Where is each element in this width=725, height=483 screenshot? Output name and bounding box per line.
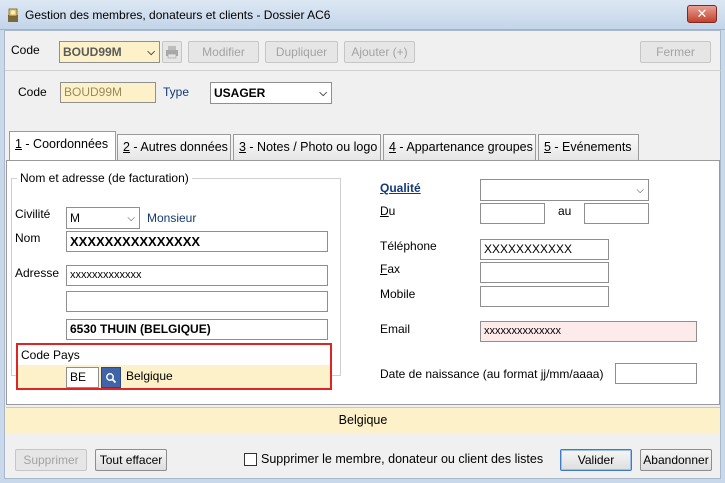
du-label: Du [380,204,396,218]
tab-evenements[interactable]: 5 - Evénements [538,134,639,160]
civilite-text: Monsieur [147,211,197,225]
tab-number: 5 [544,140,551,154]
fax-field[interactable] [480,262,609,283]
telephone-field[interactable]: XXXXXXXXXXX [480,239,609,260]
dob-label: Date de naissance (au format jj/mm/aaaa) [380,367,604,381]
code-pays-field[interactable]: BE [66,367,99,388]
au-field[interactable] [584,203,649,224]
adresse-label: Adresse [15,266,60,280]
toolbar-code-label: Code [11,43,40,57]
close-icon: ✕ [696,6,708,21]
supprimer-listes-checkbox[interactable] [244,453,257,466]
chevron-down-icon: ⌵ [636,185,644,196]
header-code-label: Code [18,85,47,99]
tab-label: - Evénements [550,140,632,154]
tab-number: 3 [239,140,246,154]
tab-panel-coordonnees: Nom et adresse (de facturation) Civilité… [6,160,720,405]
nom-field[interactable]: XXXXXXXXXXXXXXX [66,231,328,252]
fermer-button[interactable]: Fermer [640,41,711,63]
email-label: Email [380,322,411,336]
au-label: au [558,204,572,218]
code-pays-highlight: Code Pays BE Belgique [16,343,332,390]
pays-name: Belgique [126,369,173,383]
chevron-down-icon: ⌵ [147,47,155,58]
adresse-line3-field[interactable]: 6530 THUIN (BELGIQUE) [66,319,328,340]
modifier-button[interactable]: Modifier [188,41,259,63]
tab-label: - Appartenance groupes [395,140,533,154]
code-pays-label: Code Pays [21,348,80,362]
code-select[interactable]: BOUD99M ⌵ [59,41,160,63]
qualite-label: Qualité [380,181,421,195]
tab-label: - Autres données [129,140,228,154]
chevron-down-icon: ⌵ [127,213,135,224]
tab-coordonnees[interactable]: 1 - Coordonnées [9,131,116,161]
valider-button[interactable]: Valider [560,449,632,471]
printer-button[interactable] [162,41,182,63]
qualite-select[interactable]: ⌵ [480,179,649,201]
tab-number: 4 [389,140,396,154]
tab-label: - Notes / Photo ou logo [245,140,378,154]
code-pays-row-bg [18,365,330,388]
mobile-label: Mobile [380,287,416,301]
title-bar: Gestion des membres, donateurs et client… [0,0,725,30]
window-title: Gestion des membres, donateurs et client… [25,8,331,22]
address-group-title: Nom et adresse (de facturation) [17,171,192,185]
dupliquer-button[interactable]: Dupliquer [265,41,338,63]
type-label: Type [163,85,190,99]
civilite-select[interactable]: M ⌵ [66,207,140,229]
dob-field[interactable] [615,363,697,384]
tab-number: 2 [123,140,130,154]
code-pays-search-button[interactable] [101,367,121,388]
tab-number: 1 [15,137,22,151]
email-field[interactable]: xxxxxxxxxxxxxx [480,321,697,342]
adresse-line2-field[interactable] [66,291,328,312]
adresse-line1-field[interactable]: xxxxxxxxxxxxx [66,265,328,286]
abandonner-button[interactable]: Abandonner [640,449,712,471]
civilite-label: Civilité [15,207,51,221]
header-code-field[interactable]: BOUD99M [60,82,156,103]
code-select-value: BOUD99M [63,45,122,59]
type-select[interactable]: USAGER ⌵ [210,82,332,104]
search-icon [106,373,117,384]
tab-notes-photo[interactable]: 3 - Notes / Photo ou logo [233,134,381,160]
supprimer-listes-label: Supprimer le membre, donateur ou client … [261,452,544,466]
app-icon [8,8,18,22]
printer-icon [166,46,178,59]
tout-effacer-button[interactable]: Tout effacer [95,449,167,471]
tab-appartenance-groupes[interactable]: 4 - Appartenance groupes [383,134,536,160]
du-field[interactable] [480,203,545,224]
tab-label: - Coordonnées [21,137,109,151]
tab-autres-donnees[interactable]: 2 - Autres données [117,134,231,160]
civilite-select-value: M [70,211,80,225]
nom-label: Nom [15,231,41,245]
close-window-button[interactable]: ✕ [687,5,717,23]
status-bar: Belgique [6,407,720,433]
fax-label: Fax [380,262,401,276]
telephone-label: Téléphone [380,239,437,253]
supprimer-button[interactable]: Supprimer [15,449,87,471]
toolbar-separator [5,70,722,71]
type-select-value: USAGER [214,86,266,100]
window-client-area: Code BOUD99M ⌵ Modifier Dupliquer Ajoute… [4,30,722,479]
ajouter-button[interactable]: Ajouter (+) [344,41,415,63]
mobile-field[interactable] [480,286,609,307]
chevron-down-icon: ⌵ [319,88,327,99]
